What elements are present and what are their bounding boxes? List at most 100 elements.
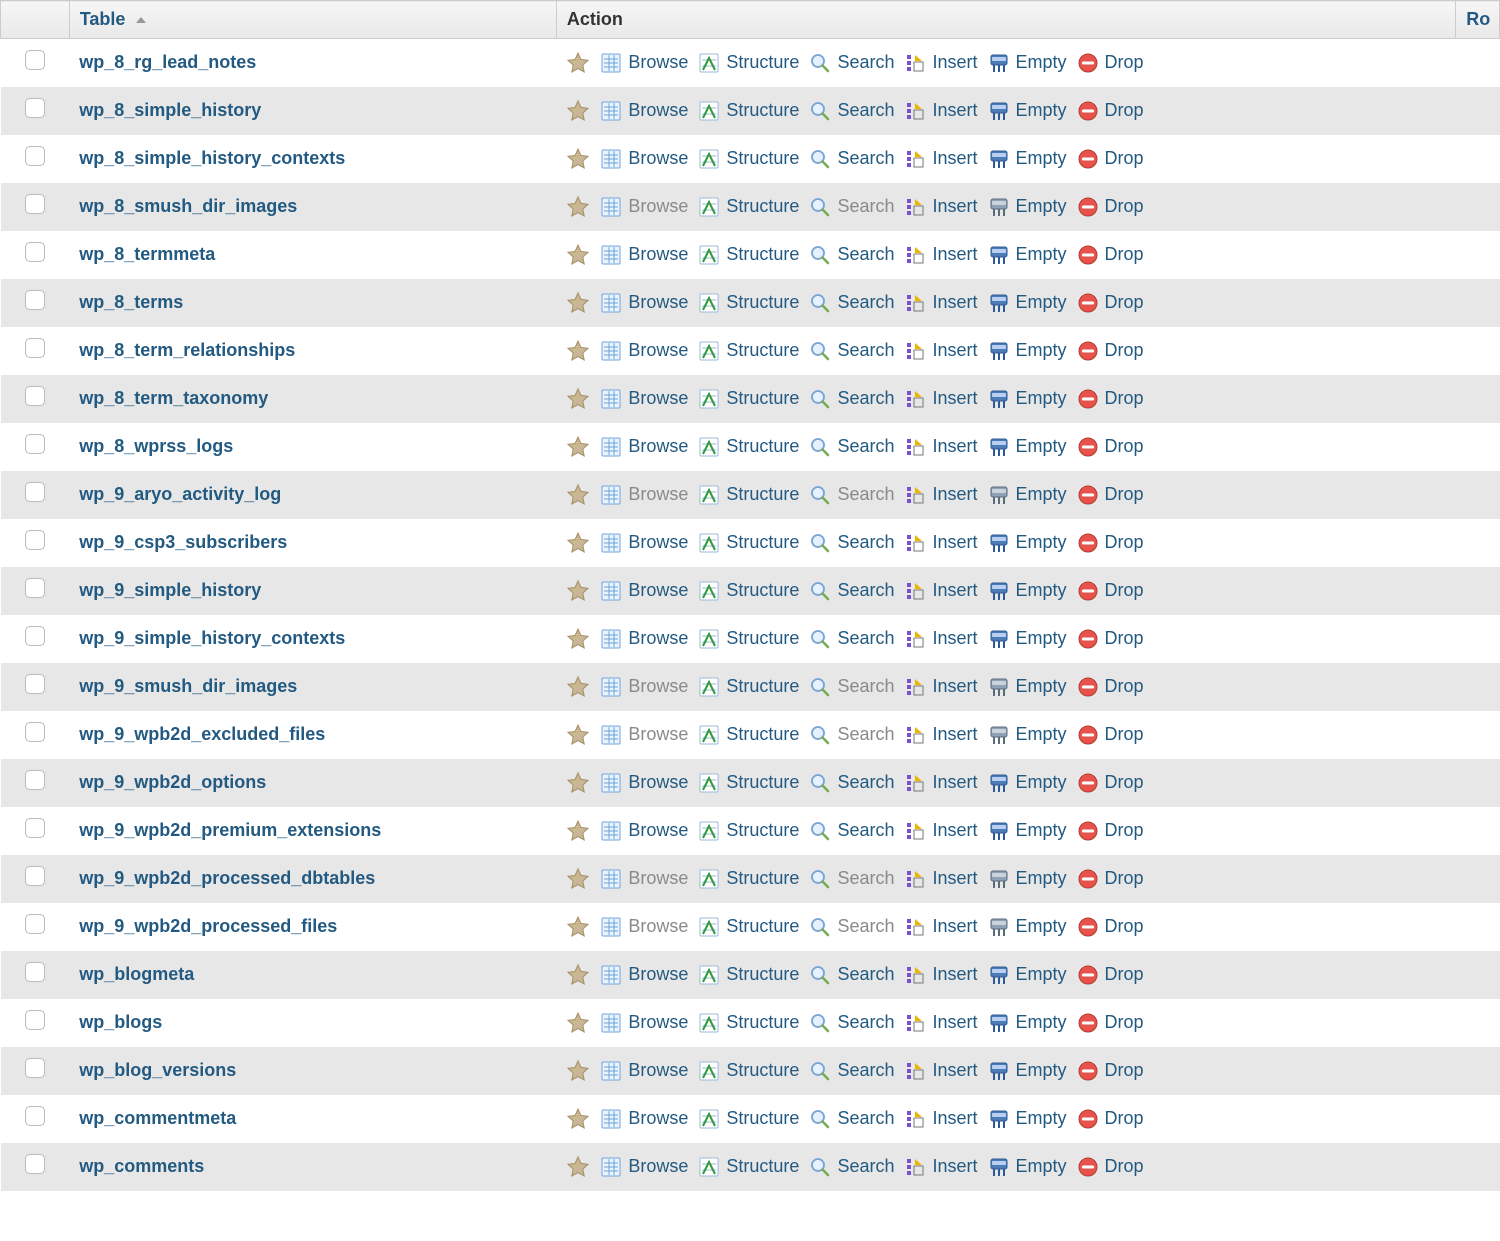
row-checkbox[interactable] (25, 770, 45, 790)
empty-action[interactable]: Empty (988, 868, 1067, 890)
empty-action[interactable]: Empty (988, 1156, 1067, 1178)
empty-action[interactable]: Empty (988, 52, 1067, 74)
favorite-star-icon[interactable] (566, 867, 590, 891)
structure-action[interactable]: Structure (698, 724, 799, 746)
favorite-star-icon[interactable] (566, 99, 590, 123)
favorite-star-icon[interactable] (566, 627, 590, 651)
search-action[interactable]: Search (809, 436, 894, 458)
row-checkbox[interactable] (25, 146, 45, 166)
table-name-link[interactable]: wp_8_rg_lead_notes (79, 52, 256, 72)
table-name-link[interactable]: wp_9_wpb2d_excluded_files (79, 724, 325, 744)
table-name-link[interactable]: wp_8_wprss_logs (79, 436, 233, 456)
favorite-star-icon[interactable] (566, 51, 590, 75)
browse-action[interactable]: Browse (600, 772, 688, 794)
drop-action[interactable]: Drop (1077, 868, 1144, 890)
drop-action[interactable]: Drop (1077, 52, 1144, 74)
structure-action[interactable]: Structure (698, 100, 799, 122)
insert-action[interactable]: Insert (904, 244, 977, 266)
structure-action[interactable]: Structure (698, 1108, 799, 1130)
search-action[interactable]: Search (809, 772, 894, 794)
table-name-link[interactable]: wp_8_smush_dir_images (79, 196, 297, 216)
table-name-link[interactable]: wp_9_simple_history_contexts (79, 628, 345, 648)
favorite-star-icon[interactable] (566, 291, 590, 315)
structure-action[interactable]: Structure (698, 436, 799, 458)
search-action[interactable]: Search (809, 964, 894, 986)
row-checkbox[interactable] (25, 674, 45, 694)
empty-action[interactable]: Empty (988, 196, 1067, 218)
search-action[interactable]: Search (809, 292, 894, 314)
drop-action[interactable]: Drop (1077, 724, 1144, 746)
structure-action[interactable]: Structure (698, 148, 799, 170)
table-name-link[interactable]: wp_blogmeta (79, 964, 194, 984)
browse-action[interactable]: Browse (600, 1012, 688, 1034)
insert-action[interactable]: Insert (904, 292, 977, 314)
browse-action[interactable]: Browse (600, 1156, 688, 1178)
drop-action[interactable]: Drop (1077, 916, 1144, 938)
drop-action[interactable]: Drop (1077, 148, 1144, 170)
search-action[interactable]: Search (809, 532, 894, 554)
drop-action[interactable]: Drop (1077, 1108, 1144, 1130)
insert-action[interactable]: Insert (904, 916, 977, 938)
empty-action[interactable]: Empty (988, 628, 1067, 650)
row-checkbox[interactable] (25, 914, 45, 934)
structure-action[interactable]: Structure (698, 388, 799, 410)
structure-action[interactable]: Structure (698, 1156, 799, 1178)
table-name-link[interactable]: wp_8_term_taxonomy (79, 388, 268, 408)
drop-action[interactable]: Drop (1077, 1012, 1144, 1034)
search-action[interactable]: Search (809, 388, 894, 410)
table-name-link[interactable]: wp_9_simple_history (79, 580, 261, 600)
browse-action[interactable]: Browse (600, 292, 688, 314)
structure-action[interactable]: Structure (698, 1012, 799, 1034)
drop-action[interactable]: Drop (1077, 340, 1144, 362)
header-table-col[interactable]: Table (69, 1, 556, 39)
insert-action[interactable]: Insert (904, 724, 977, 746)
insert-action[interactable]: Insert (904, 964, 977, 986)
row-checkbox[interactable] (25, 866, 45, 886)
row-checkbox[interactable] (25, 1058, 45, 1078)
structure-action[interactable]: Structure (698, 916, 799, 938)
insert-action[interactable]: Insert (904, 340, 977, 362)
favorite-star-icon[interactable] (566, 1059, 590, 1083)
structure-action[interactable]: Structure (698, 340, 799, 362)
empty-action[interactable]: Empty (988, 436, 1067, 458)
search-action[interactable]: Search (809, 580, 894, 602)
empty-action[interactable]: Empty (988, 580, 1067, 602)
insert-action[interactable]: Insert (904, 52, 977, 74)
drop-action[interactable]: Drop (1077, 676, 1144, 698)
row-checkbox[interactable] (25, 626, 45, 646)
row-checkbox[interactable] (25, 290, 45, 310)
browse-action[interactable]: Browse (600, 148, 688, 170)
row-checkbox[interactable] (25, 338, 45, 358)
browse-action[interactable]: Browse (600, 820, 688, 842)
table-name-link[interactable]: wp_blog_versions (79, 1060, 236, 1080)
drop-action[interactable]: Drop (1077, 580, 1144, 602)
favorite-star-icon[interactable] (566, 435, 590, 459)
table-name-link[interactable]: wp_8_terms (79, 292, 183, 312)
table-name-link[interactable]: wp_9_wpb2d_processed_dbtables (79, 868, 375, 888)
row-checkbox[interactable] (25, 962, 45, 982)
empty-action[interactable]: Empty (988, 100, 1067, 122)
row-checkbox[interactable] (25, 1010, 45, 1030)
insert-action[interactable]: Insert (904, 628, 977, 650)
favorite-star-icon[interactable] (566, 1107, 590, 1131)
favorite-star-icon[interactable] (566, 675, 590, 699)
row-checkbox[interactable] (25, 722, 45, 742)
search-action[interactable]: Search (809, 1060, 894, 1082)
table-name-link[interactable]: wp_8_termmeta (79, 244, 215, 264)
structure-action[interactable]: Structure (698, 580, 799, 602)
browse-action[interactable]: Browse (600, 436, 688, 458)
favorite-star-icon[interactable] (566, 1155, 590, 1179)
empty-action[interactable]: Empty (988, 388, 1067, 410)
favorite-star-icon[interactable] (566, 387, 590, 411)
table-name-link[interactable]: wp_9_wpb2d_premium_extensions (79, 820, 381, 840)
search-action[interactable]: Search (809, 244, 894, 266)
drop-action[interactable]: Drop (1077, 964, 1144, 986)
drop-action[interactable]: Drop (1077, 628, 1144, 650)
insert-action[interactable]: Insert (904, 868, 977, 890)
drop-action[interactable]: Drop (1077, 772, 1144, 794)
browse-action[interactable]: Browse (600, 532, 688, 554)
structure-action[interactable]: Structure (698, 484, 799, 506)
row-checkbox[interactable] (25, 434, 45, 454)
browse-action[interactable]: Browse (600, 580, 688, 602)
row-checkbox[interactable] (25, 194, 45, 214)
